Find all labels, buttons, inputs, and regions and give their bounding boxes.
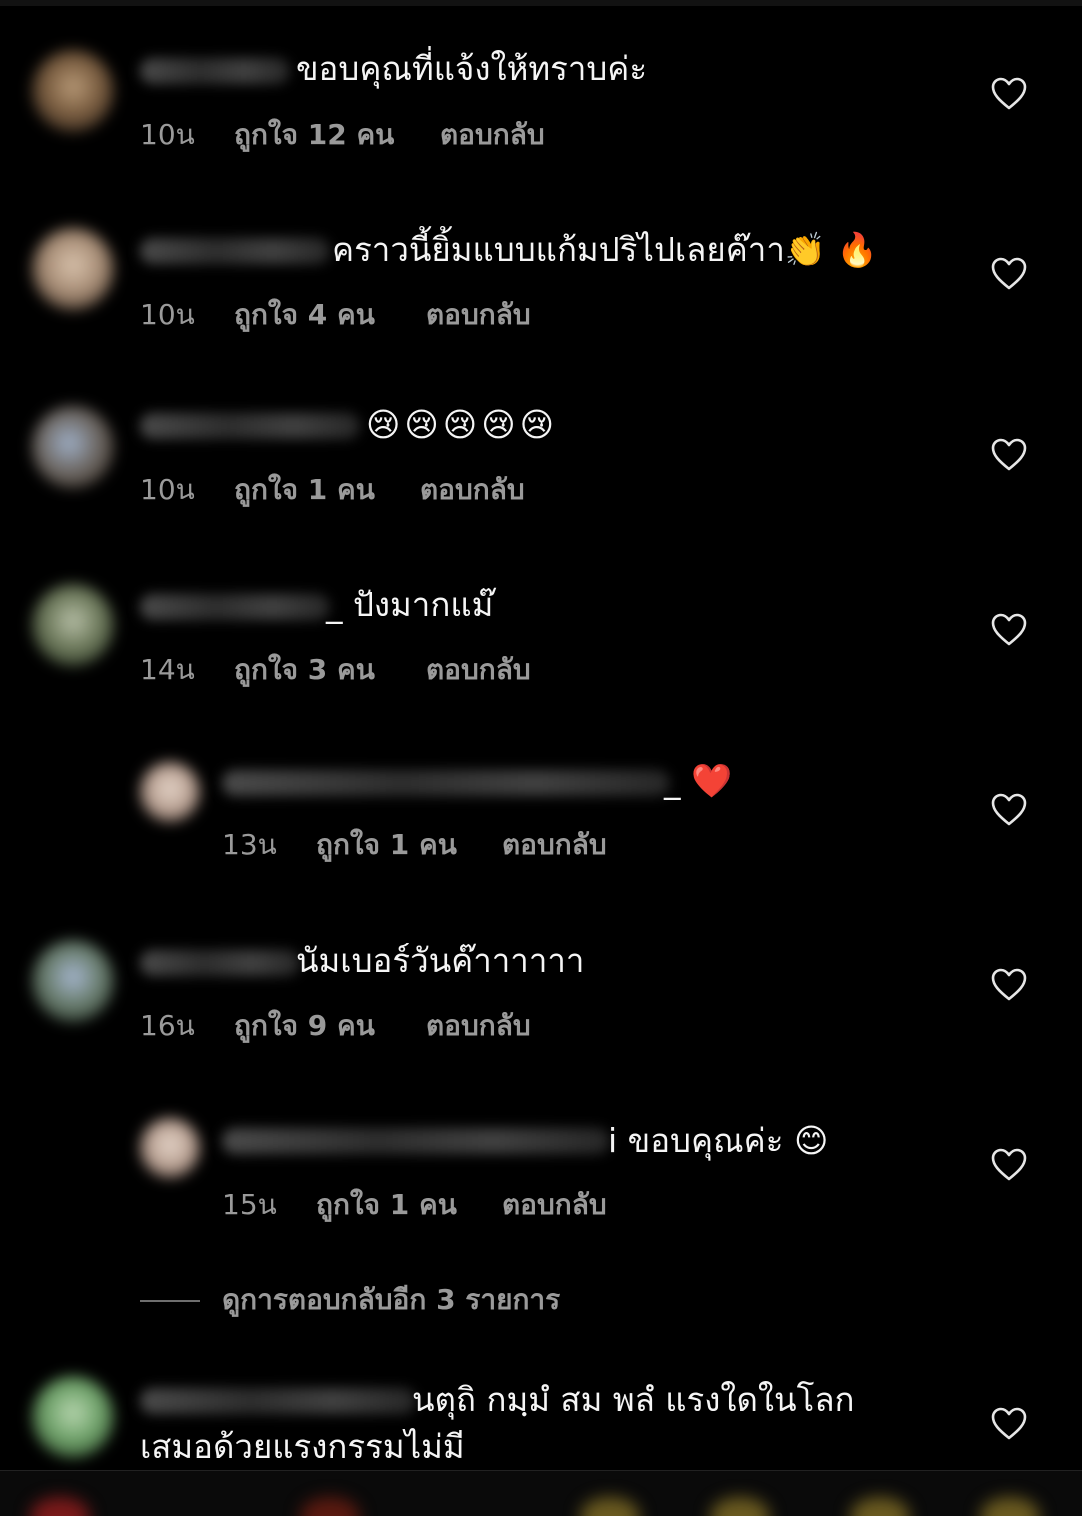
likes-count[interactable]: ถูกใจ 3 คน (234, 648, 426, 692)
like-button[interactable] (991, 1407, 1027, 1441)
like-button[interactable] (991, 793, 1027, 827)
emoji-reaction-bar (0, 1470, 1082, 1516)
top-divider (0, 0, 1082, 6)
comment-time: 16น (140, 1009, 195, 1042)
reply-button[interactable]: ตอบกลับ (426, 1004, 531, 1048)
view-more-replies-label: ดูการตอบกลับอีก 3 รายการ (222, 1283, 561, 1316)
likes-count[interactable]: ถูกใจ 9 คน (234, 1004, 426, 1048)
comment-time: 10น (140, 473, 195, 506)
likes-count[interactable]: ถูกใจ 4 คน (234, 293, 426, 337)
emoji-reaction[interactable] (710, 1497, 770, 1516)
heart-outline-icon (991, 1148, 1027, 1181)
view-more-replies-button[interactable]: ดูการตอบกลับอีก 3 รายการ (140, 1278, 560, 1322)
username-blurred[interactable] (140, 238, 330, 264)
emoji-reaction[interactable] (580, 1497, 640, 1516)
comment-text: _ ❤️ (664, 761, 733, 800)
reply-button[interactable]: ตอบกลับ (426, 648, 531, 692)
emoji-reaction[interactable] (850, 1497, 910, 1516)
comment-text: ขอบคุณที่แจ้งให้ทราบค่ะ (296, 49, 648, 88)
comment-meta: 10น ถูกใจ 1 คน ตอบกลับ (140, 468, 525, 512)
comment-text-line-1: นตุถิ กมฺมํ สม พลํ แรงใดในโลก (412, 1380, 855, 1419)
comment-time: 10น (140, 298, 195, 331)
username-blurred[interactable] (140, 1388, 416, 1414)
avatar[interactable] (32, 228, 114, 310)
like-button[interactable] (991, 77, 1027, 111)
heart-outline-icon (991, 77, 1027, 110)
username-blurred[interactable] (140, 594, 330, 620)
comment-text: i ขอบคุณค่ะ 😊 (608, 1121, 829, 1160)
heart-outline-icon (991, 793, 1027, 826)
reply-button[interactable]: ตอบกลับ (426, 293, 531, 337)
heart-outline-icon (991, 613, 1027, 646)
avatar[interactable] (32, 584, 114, 666)
comment-time: 13น (222, 828, 277, 861)
heart-outline-icon (991, 1407, 1027, 1440)
likes-count[interactable]: ถูกใจ 12 คน (234, 113, 440, 157)
comment-time: 15น (222, 1188, 277, 1221)
comment-meta: 10น ถูกใจ 12 คน ตอบกลับ (140, 113, 545, 157)
comment-meta: 14น ถูกใจ 3 คน ตอบกลับ (140, 648, 531, 692)
comment-text: คราวนี้ยิ้มแบบแก้มปริไปเลยค๊าา👏 🔥 (332, 230, 878, 269)
avatar[interactable] (32, 406, 114, 488)
emoji-reaction[interactable] (30, 1497, 90, 1516)
avatar[interactable] (32, 50, 114, 132)
avatar[interactable] (140, 762, 200, 822)
like-button[interactable] (991, 968, 1027, 1002)
comment-meta: 13น ถูกใจ 1 คน ตอบกลับ (222, 823, 607, 867)
avatar[interactable] (32, 1376, 114, 1458)
likes-count[interactable]: ถูกใจ 1 คน (316, 1183, 502, 1227)
username-blurred[interactable] (222, 1128, 610, 1154)
heart-outline-icon (991, 438, 1027, 471)
username-blurred[interactable] (140, 950, 300, 976)
username-blurred[interactable] (140, 58, 290, 84)
reply-button[interactable]: ตอบกลับ (502, 1183, 607, 1227)
comment-time: 14น (140, 653, 195, 686)
emoji-reaction[interactable] (300, 1497, 360, 1516)
heart-outline-icon (991, 257, 1027, 290)
likes-count[interactable]: ถูกใจ 1 คน (316, 823, 502, 867)
emoji-reaction[interactable] (980, 1497, 1040, 1516)
like-button[interactable] (991, 438, 1027, 472)
comment-meta: 15น ถูกใจ 1 คน ตอบกลับ (222, 1183, 607, 1227)
reply-button[interactable]: ตอบกลับ (502, 823, 607, 867)
like-button[interactable] (991, 1148, 1027, 1182)
reply-button[interactable]: ตอบกลับ (420, 468, 525, 512)
comment-text-line-2: เสมอด้วยแรงกรรมไม่มี (140, 1427, 465, 1466)
username-blurred[interactable] (222, 770, 670, 796)
username-blurred[interactable] (140, 413, 360, 439)
replies-divider-line (140, 1300, 200, 1302)
like-button[interactable] (991, 257, 1027, 291)
avatar[interactable] (32, 940, 114, 1022)
heart-outline-icon (991, 968, 1027, 1001)
likes-count[interactable]: ถูกใจ 1 คน (234, 468, 420, 512)
avatar[interactable] (140, 1118, 200, 1178)
comment-text: นัมเบอร์วันค๊าาาาาา (296, 941, 585, 980)
comment-time: 10น (140, 118, 195, 151)
comment-meta: 16น ถูกใจ 9 คน ตอบกลับ (140, 1004, 531, 1048)
comment-text: _ ปังมากแม๊ (326, 585, 494, 624)
comment-text: 😢😢😢😢😢 (366, 405, 559, 444)
comment-meta: 10น ถูกใจ 4 คน ตอบกลับ (140, 293, 531, 337)
reply-button[interactable]: ตอบกลับ (440, 113, 545, 157)
like-button[interactable] (991, 613, 1027, 647)
